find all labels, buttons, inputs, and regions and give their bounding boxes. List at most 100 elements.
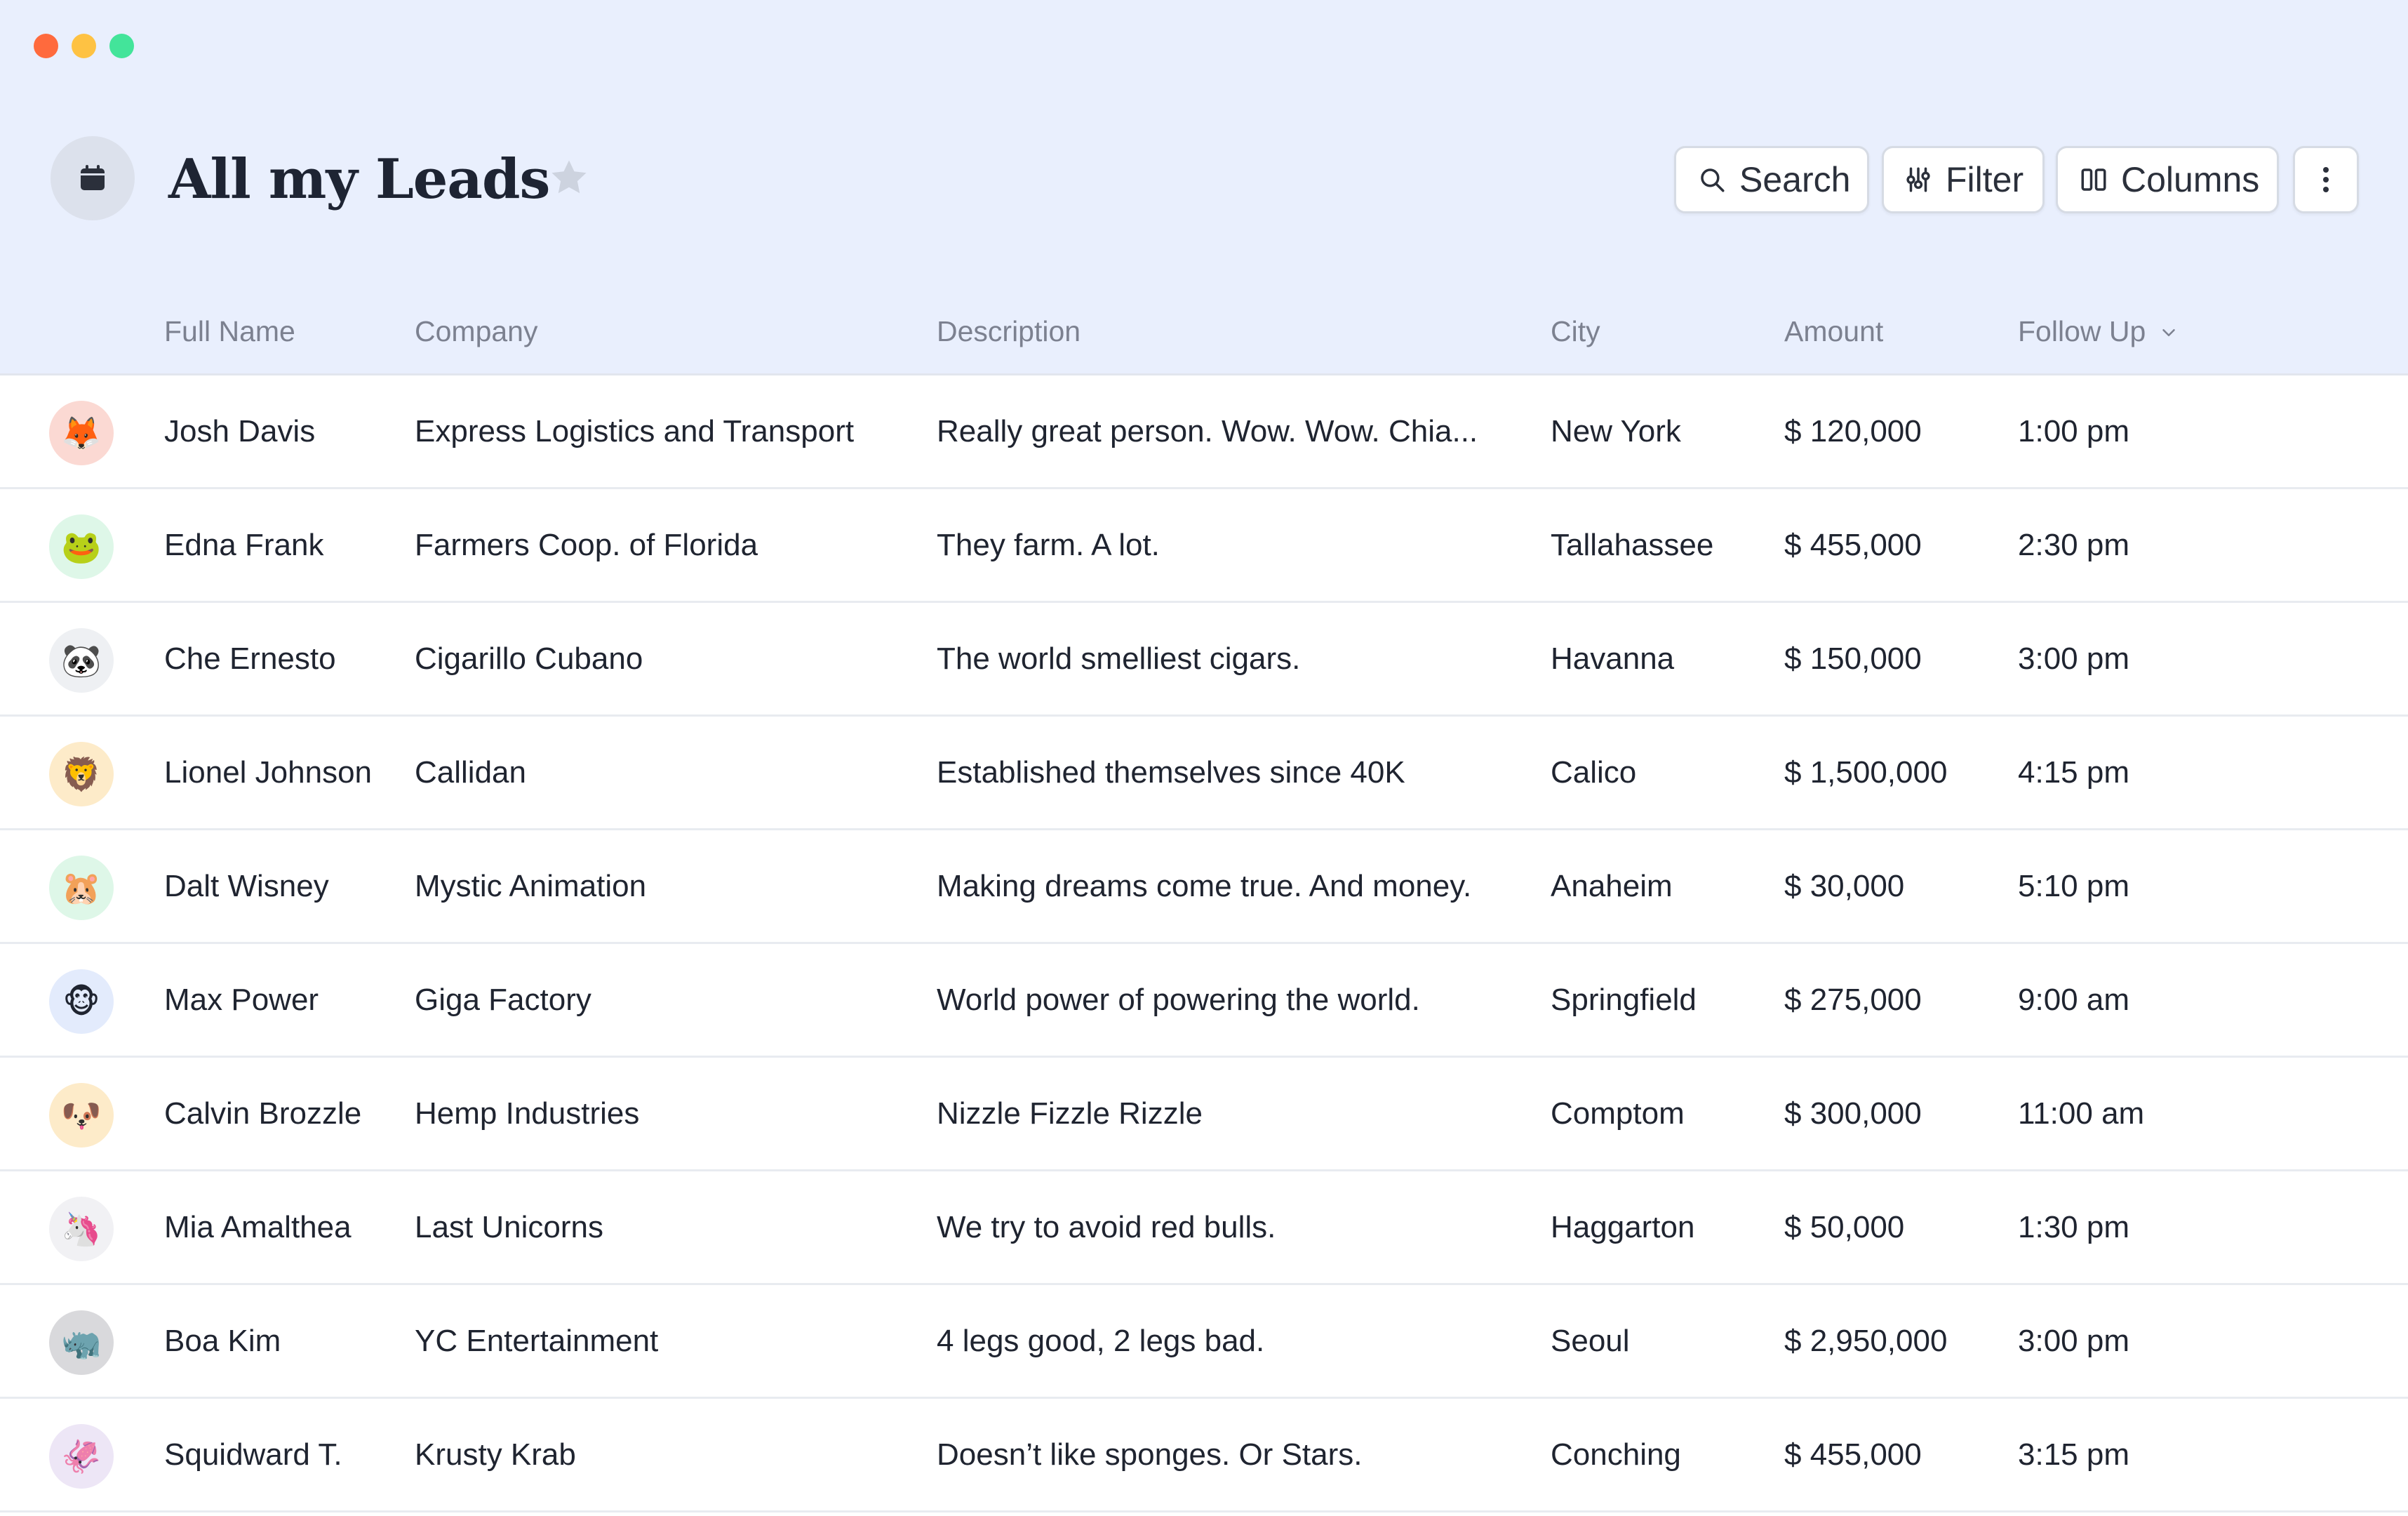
- lead-amount: $ 275,000: [1784, 983, 1922, 1017]
- lead-city: Havanna: [1551, 641, 1675, 676]
- lead-description: We try to avoid red bulls.: [937, 1210, 1276, 1244]
- lead-description: Established themselves since 40K: [937, 755, 1405, 790]
- lead-company: Hemp Industries: [415, 1096, 640, 1131]
- lead-full-name: Dalt Wisney: [164, 869, 329, 903]
- window-minimize-button[interactable]: [72, 34, 96, 58]
- lead-city: Calico: [1551, 755, 1637, 790]
- column-header-description[interactable]: Description: [937, 310, 1081, 352]
- table-row[interactable]: 🦄 Mia Amalthea Last Unicorns We try to avoi…: [0, 1171, 2408, 1285]
- lead-follow-up: 2:30 pm: [2018, 528, 2129, 562]
- lead-full-name: Calvin Brozzle: [164, 1096, 362, 1131]
- lead-follow-up: 4:15 pm: [2018, 755, 2129, 790]
- columns-icon: [2079, 165, 2108, 194]
- table-row[interactable]: 🦁 Lionel Johnson Callidan Established thems…: [0, 717, 2408, 830]
- more-vertical-icon: [2323, 167, 2329, 192]
- lead-city: Tallahassee: [1551, 528, 1714, 562]
- avatar: 🐼: [49, 628, 114, 693]
- avatar: 🐹: [49, 856, 114, 920]
- lead-amount: $ 300,000: [1784, 1096, 1922, 1131]
- lead-follow-up: 5:10 pm: [2018, 869, 2129, 903]
- lead-description: Doesn’t like sponges. Or Stars.: [937, 1437, 1363, 1472]
- search-icon: [1697, 165, 1727, 194]
- column-header-follow-up-label: Follow Up: [2018, 315, 2146, 347]
- lead-amount: $ 1,500,000: [1784, 755, 1948, 790]
- lead-full-name: Max Power: [164, 983, 319, 1017]
- lead-full-name: Boa Kim: [164, 1324, 281, 1358]
- column-header-company[interactable]: Company: [415, 310, 537, 352]
- table-row[interactable]: 🐶 Calvin Brozzle Hemp Industries Nizzle Fiz…: [0, 1058, 2408, 1171]
- lead-follow-up: 3:15 pm: [2018, 1437, 2129, 1472]
- lead-company: Mystic Animation: [415, 869, 647, 903]
- columns-button-label: Columns: [2121, 160, 2260, 199]
- lead-amount: $ 30,000: [1784, 869, 1905, 903]
- avatar: 🦄: [49, 1197, 114, 1261]
- lead-follow-up: 11:00 am: [2018, 1096, 2145, 1131]
- chevron-down-icon[interactable]: [2158, 312, 2179, 354]
- page-title: All my Leads: [168, 147, 550, 211]
- lead-amount: $ 120,000: [1784, 414, 1922, 448]
- lead-description: Nizzle Fizzle Rizzle: [937, 1096, 1203, 1131]
- columns-button[interactable]: Columns: [2056, 146, 2279, 213]
- window-close-button[interactable]: [34, 34, 58, 58]
- lead-city: Comptom: [1551, 1096, 1685, 1131]
- lead-full-name: Lionel Johnson: [164, 755, 373, 790]
- filter-button[interactable]: Filter: [1882, 146, 2045, 213]
- column-header-amount[interactable]: Amount: [1784, 310, 1883, 352]
- avatar: 🦊: [49, 401, 114, 465]
- search-button-label: Search: [1739, 160, 1851, 199]
- table-row[interactable]: 🐸 Edna Frank Farmers Coop. of Florida They …: [0, 489, 2408, 603]
- lead-amount: $ 50,000: [1784, 1210, 1905, 1244]
- lead-company: YC Entertainment: [415, 1324, 659, 1358]
- lead-company: Express Logistics and Transport: [415, 414, 855, 448]
- table-row[interactable]: 🦏 Boa Kim YC Entertainment 4 legs good, 2 l…: [0, 1285, 2408, 1399]
- lead-amount: $ 150,000: [1784, 641, 1922, 676]
- lead-full-name: Mia Amalthea: [164, 1210, 352, 1244]
- search-button[interactable]: Search: [1674, 146, 1869, 213]
- lead-full-name: Che Ernesto: [164, 641, 336, 676]
- column-header-follow-up[interactable]: Follow Up: [2018, 310, 2179, 354]
- lead-description: They farm. A lot.: [937, 528, 1160, 562]
- lead-full-name: Josh Davis: [164, 414, 316, 448]
- table-row[interactable]: 🐹 Dalt Wisney Mystic Animation Making dream…: [0, 830, 2408, 944]
- avatar: 🦁: [49, 742, 114, 806]
- lead-description: World power of powering the world.: [937, 983, 1420, 1017]
- lead-follow-up: 1:00 pm: [2018, 414, 2129, 448]
- filter-button-label: Filter: [1946, 160, 2024, 199]
- table-row[interactable]: 🦊 Josh Davis Express Logistics and Transpo…: [0, 375, 2408, 489]
- lead-description: 4 legs good, 2 legs bad.: [937, 1324, 1265, 1358]
- lead-company: Last Unicorns: [415, 1210, 604, 1244]
- lead-amount: $ 455,000: [1784, 1437, 1922, 1472]
- avatar: 🦏: [49, 1310, 114, 1375]
- table-row[interactable]: 🐵 Max Power Giga Factory World power of pow…: [0, 944, 2408, 1058]
- lead-company: Farmers Coop. of Florida: [415, 528, 758, 562]
- lead-city: New York: [1551, 414, 1681, 448]
- lead-description: Making dreams come true. And money.: [937, 869, 1472, 903]
- lead-city: Haggarton: [1551, 1210, 1695, 1244]
- lead-company: Callidan: [415, 755, 526, 790]
- more-options-button[interactable]: [2293, 146, 2359, 213]
- lead-city: Conching: [1551, 1437, 1681, 1472]
- calendar-icon[interactable]: [51, 136, 135, 220]
- lead-follow-up: 3:00 pm: [2018, 641, 2129, 676]
- lead-full-name: Edna Frank: [164, 528, 324, 562]
- lead-company: Krusty Krab: [415, 1437, 576, 1472]
- column-header-full-name[interactable]: Full Name: [164, 310, 295, 352]
- lead-amount: $ 2,950,000: [1784, 1324, 1948, 1358]
- lead-follow-up: 9:00 am: [2018, 983, 2129, 1017]
- lead-description: Really great person. Wow. Wow. Chia...: [937, 414, 1478, 448]
- lead-follow-up: 3:00 pm: [2018, 1324, 2129, 1358]
- window-maximize-button[interactable]: [109, 34, 134, 58]
- lead-city: Springfield: [1551, 983, 1697, 1017]
- lead-company: Giga Factory: [415, 983, 591, 1017]
- lead-full-name: Squidward T.: [164, 1437, 342, 1472]
- avatar: 🐸: [49, 514, 114, 579]
- sliders-icon: [1904, 165, 1933, 194]
- column-header-city[interactable]: City: [1551, 310, 1600, 352]
- table-row[interactable]: 🐼 Che Ernesto Cigarillo Cubano The world sm…: [0, 603, 2408, 717]
- avatar: 🐵: [49, 969, 114, 1034]
- lead-city: Anaheim: [1551, 869, 1673, 903]
- avatar: 🦑: [49, 1424, 114, 1489]
- avatar: 🐶: [49, 1083, 114, 1148]
- star-icon[interactable]: [547, 156, 591, 199]
- table-row[interactable]: 🦑 Squidward T. Krusty Krab Doesn’t like spo…: [0, 1399, 2408, 1512]
